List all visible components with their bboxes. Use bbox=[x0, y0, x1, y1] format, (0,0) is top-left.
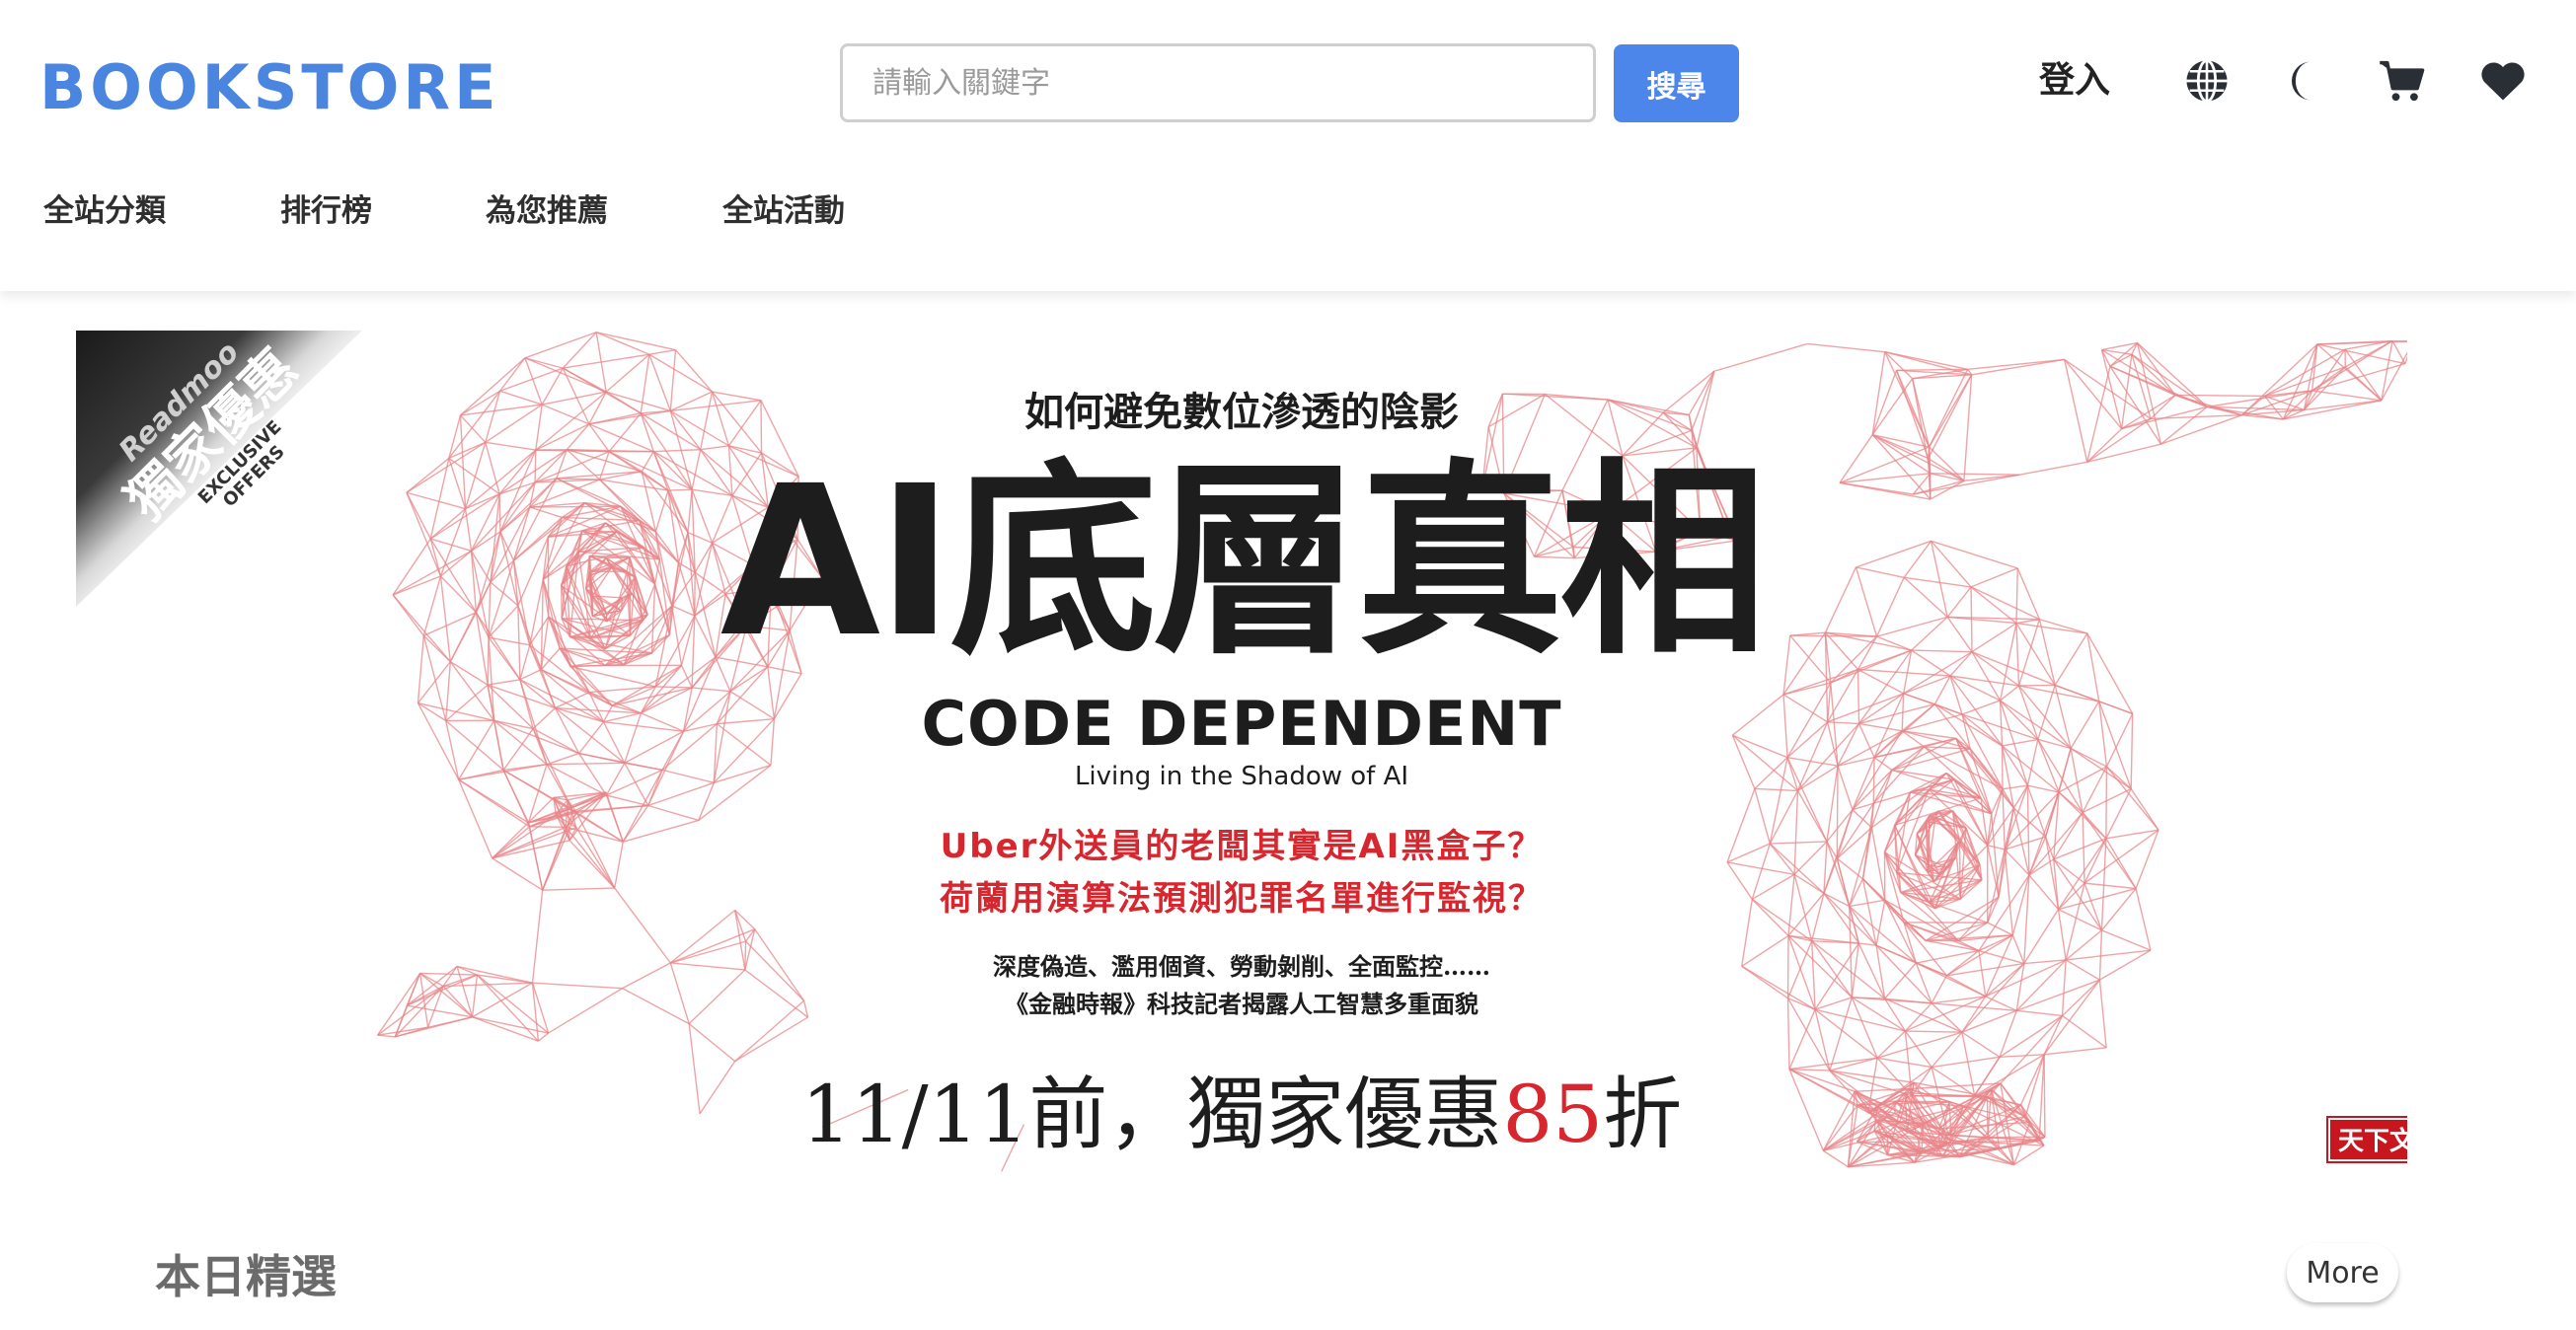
cart-icon[interactable] bbox=[2377, 55, 2428, 107]
banner-question-1: Uber外送員的老闆其實是AI黑盒子？ bbox=[940, 827, 1544, 866]
mesh-line bbox=[2101, 341, 2138, 351]
nav-item-events[interactable]: 全站活動 bbox=[722, 185, 845, 237]
mesh-line bbox=[648, 349, 676, 355]
globe-icon[interactable] bbox=[2181, 55, 2233, 107]
nav-item-categories[interactable]: 全站分類 bbox=[43, 185, 166, 237]
mesh-line bbox=[596, 332, 676, 351]
mesh-line bbox=[1807, 342, 1885, 353]
banner-note-1: 深度偽造、濫用個資、勞動剝削、全面監控…… bbox=[993, 952, 1490, 981]
banner-kicker: 如何避免數位滲透的陰影 bbox=[1024, 389, 1459, 435]
more-button[interactable]: More bbox=[2287, 1243, 2398, 1302]
section-title: 本日精選 bbox=[155, 1250, 337, 1303]
mesh-line bbox=[1896, 368, 1968, 372]
promo-suffix: 折 bbox=[1603, 1069, 1683, 1160]
publisher-logo: 天下文化 bbox=[2326, 1116, 2407, 1163]
promo-prefix: 11/11前，獨家優惠 bbox=[800, 1069, 1503, 1160]
search-button[interactable]: 搜尋 bbox=[1614, 44, 1739, 122]
site-logo[interactable]: BOOKSTORE bbox=[39, 53, 499, 122]
mesh-line bbox=[1713, 342, 1808, 372]
heart-icon[interactable] bbox=[2477, 55, 2529, 107]
banner-promo: 11/11前，獨家優惠85折 bbox=[76, 1051, 2407, 1165]
mesh-line bbox=[595, 332, 650, 355]
moon-icon[interactable] bbox=[2279, 55, 2330, 107]
mesh-line bbox=[1987, 922, 2013, 936]
mesh-line bbox=[1905, 1030, 1962, 1033]
mesh-line bbox=[524, 332, 597, 359]
promo-discount: 85 bbox=[1502, 1069, 1604, 1160]
banner-english-subtitle: Living in the Shadow of AI bbox=[1074, 762, 1409, 791]
login-link[interactable]: 登入 bbox=[2039, 55, 2110, 107]
mesh-line bbox=[524, 357, 564, 369]
banner-english-title: CODE DEPENDENT bbox=[921, 688, 1562, 760]
promo-banner[interactable]: Readmoo 獨家優惠 EXCLUSIVE OFFERS 如何避免數位滲透的陰… bbox=[76, 331, 2407, 1187]
banner-question-2: 荷蘭用演算法預測犯罪名單進行監視？ bbox=[940, 879, 1544, 919]
mesh-line bbox=[606, 794, 648, 807]
search-input[interactable] bbox=[840, 43, 1596, 122]
banner-title: AI底層真相 bbox=[720, 441, 1768, 683]
mesh-line bbox=[1884, 351, 1968, 370]
banner-note-2: 《金融時報》科技記者揭露人工智慧多重面貌 bbox=[1005, 990, 1478, 1018]
nav-item-rankings[interactable]: 排行榜 bbox=[280, 185, 372, 237]
site-header: BOOKSTORE 搜尋 登入 全站分類 排行榜 為您推薦 全站活動 bbox=[0, 0, 2576, 291]
mesh-line bbox=[537, 1032, 550, 1042]
nav-item-recommended[interactable]: 為您推薦 bbox=[486, 185, 608, 237]
